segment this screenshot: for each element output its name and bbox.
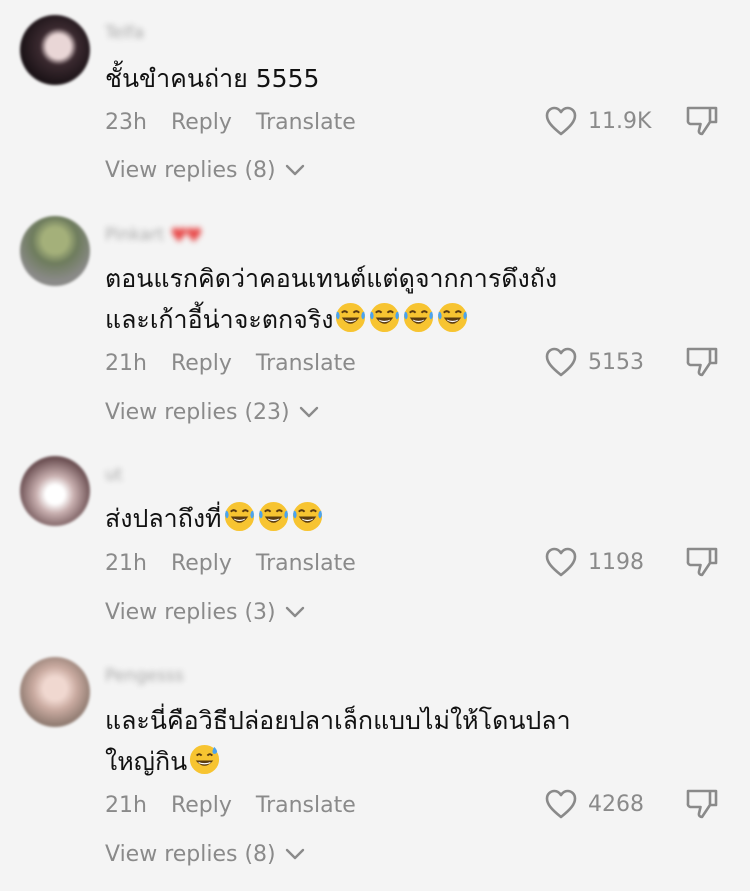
comment-text-line: ชั้นขำคนถ่าย 5555 — [105, 64, 320, 93]
username[interactable]: ut — [105, 464, 122, 486]
translate-button[interactable]: Translate — [256, 793, 356, 818]
username[interactable]: Telfa — [105, 22, 144, 44]
dislike-icon[interactable] — [684, 103, 720, 139]
view-replies-button[interactable]: View replies (23) — [105, 397, 320, 427]
joy-emoji — [258, 501, 288, 532]
avatar[interactable] — [20, 15, 90, 85]
comment-text-line-2: และเก้าอี้น่าจะตกจริง — [105, 299, 665, 340]
comment-text-line: และเก้าอี้น่าจะตกจริง — [105, 305, 334, 334]
joy-emoji — [336, 302, 366, 333]
reply-button[interactable]: Reply — [171, 551, 232, 576]
view-replies-label[interactable]: View replies (8) — [105, 842, 276, 867]
username-hearts: ♥♥ — [170, 223, 203, 247]
chevron-down-icon[interactable] — [298, 405, 320, 419]
username-label[interactable]: Pengesss — [105, 666, 184, 686]
comment-text-line: ตอนแรกคิดว่าคอนเทนต์แต่ดูจากการดึงถัง — [105, 264, 558, 293]
comment-text-line-2: ใหญ่กิน — [105, 741, 665, 782]
username-label[interactable]: Telfa — [105, 23, 144, 43]
like-button[interactable]: 11.9K — [544, 104, 651, 138]
dislike-button[interactable] — [684, 344, 720, 380]
avatar[interactable] — [20, 456, 90, 526]
heart-outline-icon[interactable] — [544, 105, 578, 137]
view-replies-label[interactable]: View replies (23) — [105, 400, 290, 425]
like-count: 4268 — [588, 791, 644, 817]
avatar[interactable] — [20, 657, 90, 727]
view-replies-label[interactable]: View replies (8) — [105, 158, 276, 183]
translate-button[interactable]: Translate — [256, 551, 356, 576]
like-button[interactable]: 4268 — [544, 787, 644, 821]
reply-button[interactable]: Reply — [171, 110, 232, 135]
comment-text: ชั้นขำคนถ่าย 5555 — [105, 58, 665, 99]
chevron-down-icon[interactable] — [284, 847, 306, 861]
chevron-down-icon[interactable] — [284, 163, 306, 177]
joy-emoji — [404, 302, 434, 333]
heart-outline-icon[interactable] — [544, 788, 578, 820]
comment-meta: 21h Reply Translate — [105, 548, 356, 578]
dislike-button[interactable] — [684, 544, 720, 580]
like-button[interactable]: 5153 — [544, 345, 644, 379]
chevron-down-icon[interactable] — [284, 605, 306, 619]
like-button[interactable]: 1198 — [544, 545, 644, 579]
dislike-button[interactable] — [684, 103, 720, 139]
comment-meta: 21h Reply Translate — [105, 790, 356, 820]
dislike-icon[interactable] — [684, 344, 720, 380]
like-count: 11.9K — [588, 108, 652, 134]
like-count: 1198 — [588, 549, 644, 575]
reply-button[interactable]: Reply — [171, 351, 232, 376]
username[interactable]: Pinkart ♥♥ — [105, 223, 203, 247]
comment-text-line: และนี่คือวิธีปล่อยปลาเล็กแบบไม่ให้โดนปลา — [105, 706, 571, 735]
view-replies-button[interactable]: View replies (8) — [105, 155, 306, 185]
username-label[interactable]: Pinkart — [105, 225, 164, 245]
comment-text-line: ใหญ่กิน — [105, 747, 188, 776]
view-replies-button[interactable]: View replies (3) — [105, 597, 306, 627]
view-replies-button[interactable]: View replies (8) — [105, 839, 306, 869]
translate-button[interactable]: Translate — [256, 110, 356, 135]
comment-text: และนี่คือวิธีปล่อยปลาเล็กแบบไม่ให้โดนปลา… — [105, 700, 665, 782]
dislike-icon[interactable] — [684, 544, 720, 580]
comment-text: ส่งปลาถึงที่ — [105, 498, 665, 539]
comment-meta: 21h Reply Translate — [105, 348, 356, 378]
avatar[interactable] — [20, 216, 90, 286]
heart-outline-icon[interactable] — [544, 546, 578, 578]
comment-text-line-1: ส่งปลาถึงที่ — [105, 498, 665, 539]
dislike-button[interactable] — [684, 786, 720, 822]
username-label[interactable]: ut — [105, 465, 122, 485]
comment-text-line: ส่งปลาถึงที่ — [105, 504, 222, 533]
timestamp: 21h — [105, 350, 147, 376]
sweat-smile-emoji — [190, 744, 220, 775]
like-count: 5153 — [588, 349, 644, 375]
timestamp: 21h — [105, 792, 147, 818]
heart-outline-icon[interactable] — [544, 346, 578, 378]
comment-meta: 23h Reply Translate — [105, 107, 356, 137]
reply-button[interactable]: Reply — [171, 793, 232, 818]
comment-text: ตอนแรกคิดว่าคอนเทนต์แต่ดูจากการดึงถัง แล… — [105, 258, 665, 340]
joy-emoji — [370, 302, 400, 333]
timestamp: 23h — [105, 109, 147, 135]
joy-emoji — [438, 302, 468, 333]
translate-button[interactable]: Translate — [256, 351, 356, 376]
joy-emoji — [292, 501, 322, 532]
dislike-icon[interactable] — [684, 786, 720, 822]
username[interactable]: Pengesss — [105, 665, 184, 687]
joy-emoji — [224, 501, 254, 532]
view-replies-label[interactable]: View replies (3) — [105, 600, 276, 625]
timestamp: 21h — [105, 550, 147, 576]
